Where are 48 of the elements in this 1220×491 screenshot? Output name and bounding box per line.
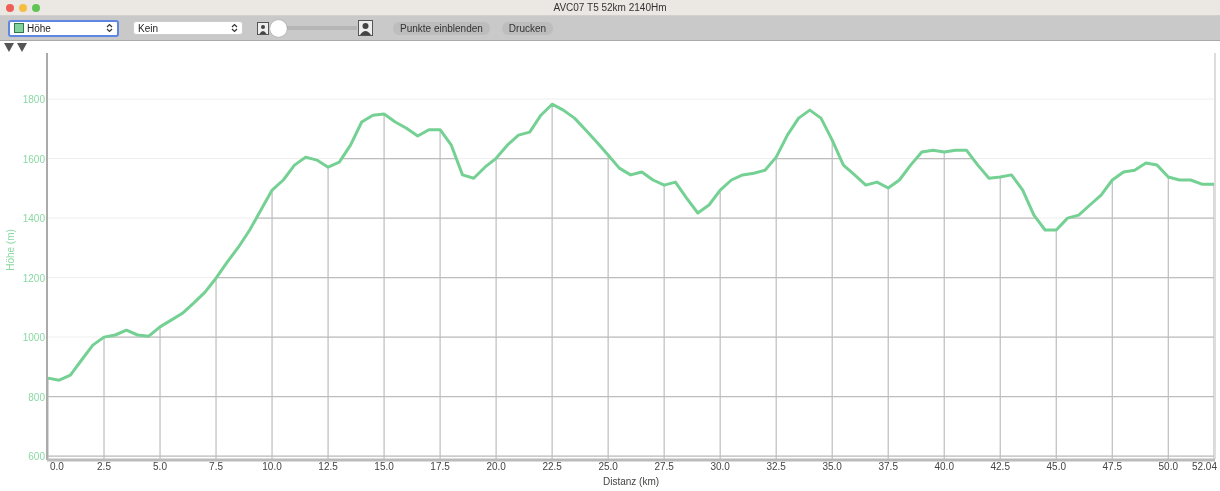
tick-label: 32.5 (766, 461, 786, 472)
tick-label: 7.5 (209, 461, 223, 472)
minimize-button[interactable] (19, 3, 27, 12)
dropdown[interactable]: Höhe (8, 19, 119, 37)
slider-thumb[interactable] (270, 19, 287, 37)
toolbar-button[interactable]: Punkte einblenden (393, 21, 490, 35)
tick-label: 1600 (22, 153, 45, 165)
zoom-slider[interactable] (270, 19, 357, 37)
axis-title: Distanz (km) (602, 476, 660, 487)
person-small-icon (257, 21, 269, 35)
tick-label: 52.04 (1191, 461, 1217, 472)
tick-label: 20.0 (486, 461, 506, 472)
zoom-button[interactable] (32, 3, 40, 12)
tick-label: 17.5 (430, 461, 450, 472)
tick-label: 1000 (22, 332, 45, 344)
window-title: AVC07 T5 52km 2140Hm (553, 2, 667, 13)
tick-label: 45.0 (1046, 461, 1066, 472)
tick-label: 600 (28, 451, 45, 463)
axis-title: Höhe (m) (5, 229, 16, 271)
tick-label: 27.5 (654, 461, 674, 472)
tick-label: 42.5 (990, 461, 1010, 472)
tick-label: 37.5 (878, 461, 898, 472)
tick-label: 40.0 (934, 461, 954, 472)
person-large-icon (358, 20, 373, 36)
dropdown[interactable]: Kein (133, 21, 243, 35)
chevron-icon (106, 23, 113, 33)
tick-label: 47.5 (1102, 461, 1122, 472)
tick-label: 35.0 (822, 461, 842, 472)
close-button[interactable] (6, 3, 14, 12)
tick-label: 1800 (22, 94, 45, 106)
tick-label: 25.0 (598, 461, 618, 472)
triangle-marker-icon[interactable] (17, 42, 27, 52)
toolbar-button[interactable]: Drucken (501, 21, 554, 35)
chevron-icon (231, 23, 238, 33)
series-swatch-icon (14, 23, 24, 33)
tick-label: 5.0 (153, 461, 167, 472)
tick-label: 12.5 (318, 461, 338, 472)
tick-label: 1400 (22, 213, 45, 225)
tick-label: 15.0 (374, 461, 394, 472)
tick-label: 22.5 (542, 461, 562, 472)
triangle-marker-icon[interactable] (4, 42, 14, 52)
tick-label: 0.0 (50, 461, 64, 472)
tick-label: 2.5 (97, 461, 111, 472)
tick-label: 1200 (22, 272, 45, 284)
tick-label: 30.0 (710, 461, 730, 472)
tick-label: 10.0 (262, 461, 282, 472)
tick-label: 50.0 (1158, 461, 1179, 472)
tick-label: 800 (28, 391, 45, 403)
